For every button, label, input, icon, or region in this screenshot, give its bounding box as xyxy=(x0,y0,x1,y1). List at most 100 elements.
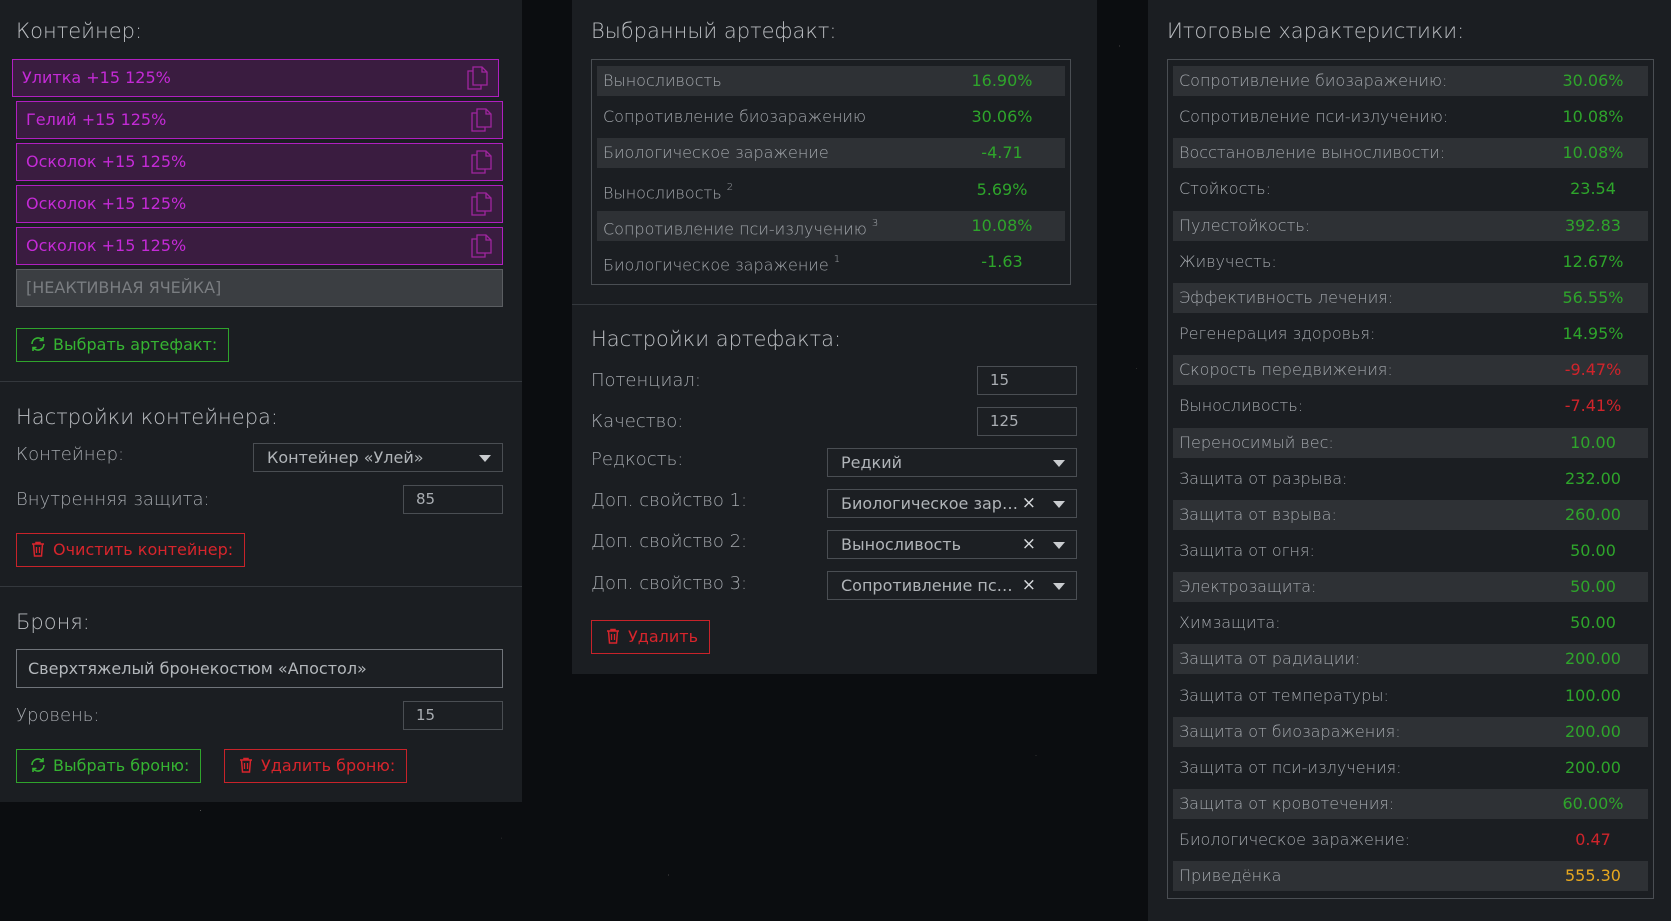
stat-superscript: 1 xyxy=(833,254,841,265)
stat-value: 392.83 xyxy=(1565,215,1621,235)
container-slot[interactable]: Осколок +15 125% xyxy=(16,185,503,223)
container-settings-title: Настройки контейнера: xyxy=(16,405,278,429)
level-label: Уровень: xyxy=(16,705,100,726)
clear-icon[interactable]: × xyxy=(1022,572,1036,599)
level-input[interactable]: 15 xyxy=(403,701,503,730)
totals-panel: Итоговые характеристики: Сопротивление б… xyxy=(1148,0,1671,921)
stat-name-text: Сопротивление пси-излучению xyxy=(603,219,867,239)
stat-name-text: Биологическое заражение xyxy=(603,255,829,275)
copy-icon[interactable] xyxy=(466,66,488,90)
stat-value: 56.55% xyxy=(1562,287,1624,307)
stat-name: Приведёнка xyxy=(1179,866,1282,886)
stat-name: Стойкость: xyxy=(1179,179,1271,199)
total-stat-row: Защита от радиации: 200.00 xyxy=(1173,644,1648,675)
total-stat-row: Регенерация здоровья: 14.95% xyxy=(1173,319,1648,349)
stat-value: -9.47% xyxy=(1564,360,1622,380)
stat-superscript: 2 xyxy=(726,181,734,193)
refresh-icon xyxy=(31,758,45,772)
artifact-settings-title: Настройки артефакта: xyxy=(591,327,842,351)
slot-label: Осколок +15 125% xyxy=(26,194,187,213)
stat-value: 200.00 xyxy=(1565,649,1621,669)
total-stat-row: Восстановление выносливости: 10.08% xyxy=(1173,138,1648,169)
chevron-down-icon xyxy=(1053,542,1065,549)
copy-icon[interactable] xyxy=(470,108,492,132)
stat-value: -7.41% xyxy=(1564,396,1622,416)
select-artifact-button[interactable]: Выбрать артефакт: xyxy=(16,328,230,362)
stat-name: Биологическое заражение 1 xyxy=(603,247,840,280)
stat-value: 10.00 xyxy=(1570,432,1616,452)
total-stat-row: Защита от температуры: 100.00 xyxy=(1173,681,1648,711)
container-select-value: Контейнер «Улей» xyxy=(267,448,424,467)
prop1-select[interactable]: Биологическое заражение × xyxy=(827,489,1077,518)
stat-name: Защита от разрыва: xyxy=(1179,468,1348,488)
stat-value: 232.00 xyxy=(1565,468,1621,488)
copy-icon[interactable] xyxy=(470,192,492,216)
divider xyxy=(0,381,522,382)
stat-value: 100.00 xyxy=(1565,685,1621,705)
container-title: Контейнер: xyxy=(16,19,143,43)
container-panel: Контейнер: Улитка +15 125% Гелий +15 125%… xyxy=(0,0,522,802)
quality-label: Качество: xyxy=(591,411,684,432)
rarity-select-value: Редкий xyxy=(841,453,903,472)
stat-name: Выносливость xyxy=(603,66,722,96)
clear-icon[interactable]: × xyxy=(1022,490,1036,517)
artifact-stat-row: Биологическое заражение -4.71 xyxy=(597,138,1065,169)
prop2-select-value: Выносливость xyxy=(841,535,962,554)
inner-protection-input[interactable]: 85 xyxy=(403,485,503,514)
total-stat-row: Химзащита: 50.00 xyxy=(1173,608,1648,638)
stat-value: 10.08% xyxy=(971,215,1033,235)
container-select[interactable]: Контейнер «Улей» xyxy=(253,443,503,472)
copy-icon[interactable] xyxy=(470,150,492,174)
rarity-select[interactable]: Редкий xyxy=(827,448,1077,477)
stat-name: Сопротивление пси-излучению 3 xyxy=(603,211,878,244)
select-armor-button[interactable]: Выбрать броню: xyxy=(16,749,202,783)
container-slot[interactable]: Гелий +15 125% xyxy=(16,101,503,139)
prop1-select-value: Биологическое заражение xyxy=(841,494,1021,513)
stat-value: 23.54 xyxy=(1570,179,1616,199)
slot-label: Гелий +15 125% xyxy=(26,110,167,129)
stat-value: 50.00 xyxy=(1570,613,1616,633)
stat-name: Защита от радиации: xyxy=(1179,649,1361,669)
container-slot[interactable]: Улитка +15 125% xyxy=(12,59,499,97)
quality-input[interactable]: 125 xyxy=(977,407,1077,436)
artifact-stat-row: Сопротивление биозаражению 30.06% xyxy=(597,102,1065,132)
delete-armor-button[interactable]: Удалить броню: xyxy=(224,749,408,783)
delete-armor-label: Удалить броню: xyxy=(261,756,396,775)
stat-value: 200.00 xyxy=(1565,757,1621,777)
container-slot[interactable]: Осколок +15 125% xyxy=(16,227,503,265)
prop2-select[interactable]: Выносливость × xyxy=(827,530,1077,559)
stat-value: 50.00 xyxy=(1570,540,1616,560)
stat-value: 555.30 xyxy=(1565,866,1621,886)
total-stat-row: Защита от огня: 50.00 xyxy=(1173,536,1648,566)
prop3-select-value: Сопротивление пси-излучению xyxy=(841,576,1021,595)
total-stat-row: Электрозащита: 50.00 xyxy=(1173,572,1648,603)
armor-title: Броня: xyxy=(16,610,90,634)
potential-label: Потенциал: xyxy=(591,370,701,391)
total-stat-row: Сопротивление пси-излучению: 10.08% xyxy=(1173,102,1648,132)
chevron-down-icon xyxy=(1053,460,1065,467)
container-slot[interactable]: Осколок +15 125% xyxy=(16,143,503,181)
copy-icon[interactable] xyxy=(470,234,492,258)
delete-artifact-button[interactable]: Удалить xyxy=(591,620,710,654)
stat-name: Электрозащита: xyxy=(1179,577,1317,597)
total-stat-row: Биологическое заражение: 0.47 xyxy=(1173,825,1648,855)
artifact-panel: Выбранный артефакт: Выносливость 16.90% Со… xyxy=(572,0,1097,674)
potential-input[interactable]: 15 xyxy=(977,366,1077,395)
stat-name: Защита от пси-излучения: xyxy=(1179,757,1402,777)
clear-container-button[interactable]: Очистить контейнер: xyxy=(16,533,246,567)
stat-name: Регенерация здоровья: xyxy=(1179,324,1376,344)
stat-name: Биологическое заражение xyxy=(603,138,829,168)
prop3-select[interactable]: Сопротивление пси-излучению × xyxy=(827,571,1077,600)
slot-label: Улитка +15 125% xyxy=(22,68,171,87)
total-stat-row: Скорость передвижения: -9.47% xyxy=(1173,355,1648,386)
stat-name-text: Сопротивление биозаражению xyxy=(603,107,866,127)
stat-name: Сопротивление биозаражению: xyxy=(1179,71,1448,90)
rarity-label: Редкость: xyxy=(591,449,684,470)
stat-name-text: Выносливость xyxy=(603,182,722,202)
selected-artifact-title: Выбранный артефакт: xyxy=(591,19,837,43)
stat-name: Восстановление выносливости: xyxy=(1179,143,1446,163)
armor-field[interactable]: Сверхтяжелый бронекостюм «Апостол» xyxy=(16,649,503,688)
divider xyxy=(572,304,1097,305)
clear-icon[interactable]: × xyxy=(1022,531,1036,558)
stat-name: Сопротивление пси-излучению: xyxy=(1179,107,1449,127)
